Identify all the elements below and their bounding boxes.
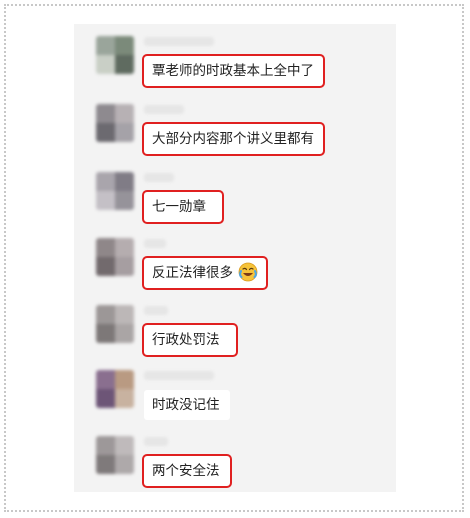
avatar-blur-tile xyxy=(115,104,134,123)
message-bubble[interactable]: 时政没记住 xyxy=(144,390,230,420)
message-text: 行政处罚法 xyxy=(152,332,220,348)
chat-message: 七一勋章 xyxy=(74,172,396,232)
message-text: 大部分内容那个讲义里都有 xyxy=(152,131,314,147)
avatar-blur-tile xyxy=(115,370,134,389)
avatar-blur-tile xyxy=(115,191,134,210)
avatar-blur-tile xyxy=(96,191,115,210)
avatar-blur-tile xyxy=(96,238,115,257)
message-text: 七一勋章 xyxy=(152,199,206,215)
avatar-blur-tile xyxy=(115,55,134,74)
avatar-blur-tile xyxy=(115,172,134,191)
sender-name-blurred xyxy=(144,37,214,46)
avatar-blur-tile xyxy=(115,123,134,142)
sender-name-blurred xyxy=(144,306,168,315)
chat-message: 覃老师的时政基本上全中了 xyxy=(74,36,396,96)
avatar-blur-tile xyxy=(96,104,115,123)
message-bubble[interactable]: 行政处罚法 xyxy=(142,323,238,357)
chat-message: 大部分内容那个讲义里都有 xyxy=(74,104,396,164)
avatar-blur-tile xyxy=(96,172,115,191)
chat-panel: 覃老师的时政基本上全中了 大部分内容那个讲义里都有 七一勋章 反正法律很多 行政… xyxy=(74,24,396,492)
avatar-blur-tile xyxy=(96,370,115,389)
avatar[interactable] xyxy=(96,172,134,210)
avatar-blur-tile xyxy=(115,257,134,276)
avatar-blur-tile xyxy=(96,36,115,55)
message-text: 反正法律很多 xyxy=(152,265,233,281)
avatar-blur-tile xyxy=(96,324,115,343)
avatar-blur-tile xyxy=(96,123,115,142)
avatar-blur-tile xyxy=(96,389,115,408)
avatar-blur-tile xyxy=(96,55,115,74)
chat-message: 时政没记住 xyxy=(74,370,396,430)
laughing-crying-emoji-icon xyxy=(238,262,258,281)
avatar[interactable] xyxy=(96,305,134,343)
sender-name-blurred xyxy=(144,371,214,380)
chat-message: 反正法律很多 xyxy=(74,238,396,298)
avatar[interactable] xyxy=(96,370,134,408)
sender-name-blurred xyxy=(144,437,168,446)
sender-name-blurred xyxy=(144,173,174,182)
avatar-blur-tile xyxy=(115,455,134,474)
avatar-blur-tile xyxy=(115,389,134,408)
avatar-blur-tile xyxy=(96,305,115,324)
sender-name-blurred xyxy=(144,239,166,248)
message-text: 两个安全法 xyxy=(152,463,220,479)
message-bubble[interactable]: 七一勋章 xyxy=(142,190,224,224)
avatar-blur-tile xyxy=(96,436,115,455)
avatar-blur-tile xyxy=(115,436,134,455)
chat-message: 行政处罚法 xyxy=(74,305,396,365)
message-text: 覃老师的时政基本上全中了 xyxy=(152,63,314,79)
message-bubble[interactable]: 覃老师的时政基本上全中了 xyxy=(142,54,325,88)
avatar[interactable] xyxy=(96,36,134,74)
avatar-blur-tile xyxy=(96,455,115,474)
avatar-blur-tile xyxy=(115,238,134,257)
avatar[interactable] xyxy=(96,104,134,142)
message-bubble[interactable]: 两个安全法 xyxy=(142,454,232,488)
chat-message: 两个安全法 xyxy=(74,436,396,496)
avatar-blur-tile xyxy=(115,36,134,55)
avatar-blur-tile xyxy=(96,257,115,276)
message-text: 时政没记住 xyxy=(152,397,220,413)
avatar-blur-tile xyxy=(115,324,134,343)
avatar[interactable] xyxy=(96,238,134,276)
message-bubble[interactable]: 大部分内容那个讲义里都有 xyxy=(142,122,325,156)
avatar-blur-tile xyxy=(115,305,134,324)
sender-name-blurred xyxy=(144,105,184,114)
avatar[interactable] xyxy=(96,436,134,474)
message-bubble[interactable]: 反正法律很多 xyxy=(142,256,268,290)
